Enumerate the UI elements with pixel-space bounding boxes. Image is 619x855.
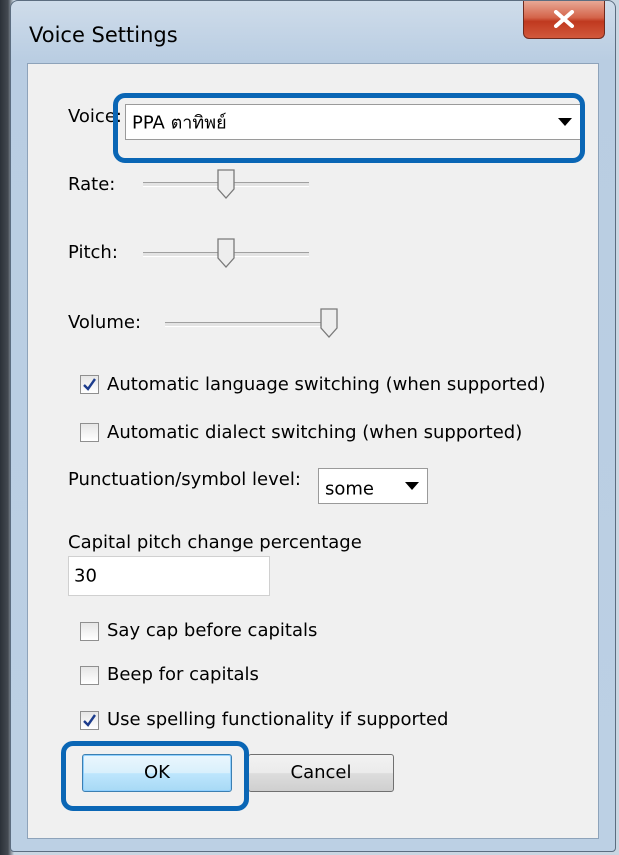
capital-pitch-label: Capital pitch change percentage	[68, 532, 362, 553]
auto-dialect-checkbox[interactable]	[80, 423, 99, 442]
chevron-down-icon	[405, 482, 419, 490]
volume-label: Volume:	[68, 312, 142, 333]
cancel-button[interactable]: Cancel	[248, 754, 394, 792]
checkmark-icon	[83, 378, 96, 391]
voice-select-highlight	[113, 93, 585, 163]
spelling-label[interactable]: Use spelling functionality if supported	[107, 709, 448, 730]
say-cap-checkbox[interactable]	[80, 622, 99, 641]
close-button[interactable]	[523, 1, 605, 39]
checkmark-icon	[83, 714, 96, 727]
punctuation-select-value: some	[325, 478, 374, 500]
window-title: Voice Settings	[29, 23, 178, 47]
beep-capitals-label[interactable]: Beep for capitals	[107, 664, 259, 685]
spelling-checkbox[interactable]	[80, 711, 99, 730]
capital-pitch-field[interactable]: 30	[68, 556, 270, 596]
rate-label: Rate:	[68, 174, 116, 195]
ok-button-highlight	[61, 741, 249, 811]
dialog-content: Voice: PPA ตาทิพย์ Rate: Pitch: Volume:	[27, 63, 599, 839]
volume-slider-thumb[interactable]	[320, 308, 338, 338]
auto-language-checkbox[interactable]	[80, 375, 99, 394]
pitch-slider-thumb[interactable]	[217, 238, 235, 268]
auto-language-label[interactable]: Automatic language switching (when suppo…	[107, 374, 546, 395]
close-icon	[554, 10, 574, 28]
voice-settings-dialog: Voice Settings Voice: PPA ตาทิพย์ Rate: …	[10, 0, 616, 852]
punctuation-label: Punctuation/symbol level:	[68, 469, 301, 490]
rate-slider-thumb[interactable]	[217, 169, 235, 199]
capital-pitch-value: 30	[74, 565, 97, 587]
punctuation-select[interactable]: some	[318, 468, 428, 504]
volume-slider-track[interactable]	[165, 322, 331, 327]
auto-dialect-label[interactable]: Automatic dialect switching (when suppor…	[107, 422, 522, 443]
title-bar[interactable]: Voice Settings	[11, 1, 615, 63]
pitch-label: Pitch:	[68, 242, 118, 263]
say-cap-label[interactable]: Say cap before capitals	[107, 620, 317, 641]
beep-capitals-checkbox[interactable]	[80, 666, 99, 685]
